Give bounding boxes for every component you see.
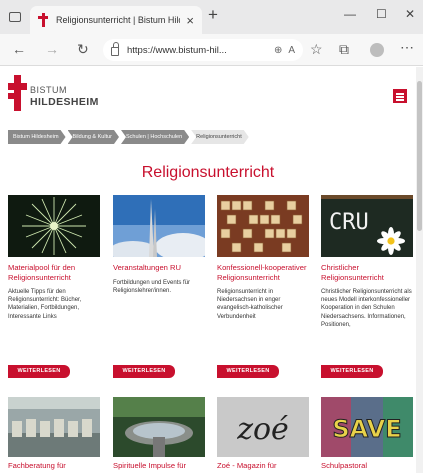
graffiti-text: SAVE [332, 415, 401, 443]
card-title[interactable]: Zoé - Magazin für [217, 461, 277, 470]
card-konfessionell: Konfessionell-kooperativer Religionsunte… [217, 195, 309, 321]
breadcrumb: Bistum Hildesheim Bildung & Kultur Schul… [8, 130, 251, 144]
refresh-icon[interactable]: ↻ [77, 42, 89, 56]
weiterlesen-button[interactable]: WEITERLESEN [217, 365, 279, 378]
zoom-icon[interactable]: ⊕ [274, 45, 282, 56]
logo-text-line1: BISTUM [30, 85, 68, 95]
weiterlesen-button[interactable]: WEITERLESEN [321, 365, 383, 378]
card-title[interactable]: Fachberatung für [8, 461, 66, 470]
card-title[interactable]: Materialpool für den Religionsunterricht [8, 263, 100, 282]
card-image[interactable] [113, 195, 205, 257]
tab-title: Religionsunterricht | Bistum Hildesheim [56, 15, 180, 25]
lock-icon [111, 42, 119, 56]
card-text: Christlicher Religionsunterricht als neu… [321, 289, 412, 328]
browser-tab[interactable]: Religionsunterricht | Bistum Hildesheim … [30, 6, 202, 34]
card-title[interactable]: Christlicher Religionsunterricht [321, 263, 413, 282]
browser-tabstrip: Religionsunterricht | Bistum Hildesheim … [0, 0, 423, 34]
profile-avatar-icon[interactable] [370, 43, 384, 57]
site-favicon-icon [38, 13, 48, 27]
breadcrumb-item[interactable]: Bildung & Kultur [68, 130, 119, 144]
browser-toolbar: ← → ↻ https://www.bistum-hil... ⊕ A ☆ ⧉ … [0, 34, 423, 66]
page-title: Religionsunterricht [141, 164, 275, 181]
card-title[interactable]: Spirituelle Impulse für [113, 461, 186, 470]
logo-text-line2: HILDESHEIM [30, 96, 99, 108]
card-materialpool: Materialpool für den Religionsunterricht… [8, 195, 100, 321]
card-title[interactable]: Schulpastoral [321, 461, 367, 470]
address-bar[interactable]: https://www.bistum-hil... ⊕ A [103, 39, 303, 61]
breadcrumb-current: Religionsunterricht [191, 130, 249, 144]
read-aloud-icon[interactable]: A [288, 45, 295, 56]
maximize-icon[interactable]: ☐ [376, 8, 387, 20]
card-text: Aktuelle Tipps für den Religionsunterric… [8, 289, 82, 320]
card-text: Fortbildungen und Events für Religionsle… [113, 279, 191, 294]
card-image[interactable] [113, 397, 205, 457]
breadcrumb-item[interactable]: Bistum Hildesheim [8, 130, 66, 144]
weiterlesen-button[interactable]: WEITERLESEN [8, 365, 70, 378]
favorites-star-icon[interactable]: ☆ [310, 42, 323, 56]
bistum-logo[interactable]: BISTUM HILDESHEIM [8, 75, 118, 111]
url-text: https://www.bistum-hil... [127, 44, 227, 56]
more-menu-icon[interactable]: ⋯ [400, 40, 414, 54]
weiterlesen-button[interactable]: WEITERLESEN [113, 365, 175, 378]
card-title[interactable]: Veranstaltungen RU [113, 263, 205, 273]
minimize-icon[interactable]: — [344, 8, 356, 20]
back-icon[interactable]: ← [12, 42, 26, 56]
zoe-logo-text: zoé [236, 412, 289, 447]
breadcrumb-item[interactable]: Schulen | Hochschulen [121, 130, 189, 144]
window-close-icon[interactable]: ✕ [405, 8, 415, 20]
tab-close-icon[interactable]: × [186, 14, 194, 27]
collections-icon[interactable]: ⧉ [339, 42, 349, 56]
card-image[interactable]: SAVE [321, 397, 413, 457]
forward-icon[interactable]: → [45, 42, 59, 56]
card-image[interactable] [8, 195, 100, 257]
tab-actions-icon[interactable] [9, 12, 21, 22]
card-text: Religionsunterricht in Niedersachsen in … [217, 289, 283, 320]
card-title[interactable]: Konfessionell-kooperativer Religionsunte… [217, 263, 309, 282]
chalkboard-text: CRU [329, 210, 369, 235]
card-veranstaltungen: Veranstaltungen RU Fortbildungen und Eve… [113, 195, 205, 295]
new-tab-icon[interactable]: + [208, 6, 218, 23]
scrollbar-thumb[interactable] [417, 81, 422, 231]
card-image[interactable]: CRU [321, 195, 413, 257]
webpage: BISTUM HILDESHEIM Bistum Hildesheim Bild… [0, 67, 416, 473]
card-christlicher-ru: CRU Christlicher Religionsunterricht Chr… [321, 195, 413, 329]
card-image[interactable] [217, 195, 309, 257]
card-image[interactable] [8, 397, 100, 457]
page-scrollbar[interactable] [416, 67, 423, 473]
hamburger-menu-icon[interactable] [393, 89, 407, 103]
card-image[interactable]: zoé [217, 397, 309, 457]
